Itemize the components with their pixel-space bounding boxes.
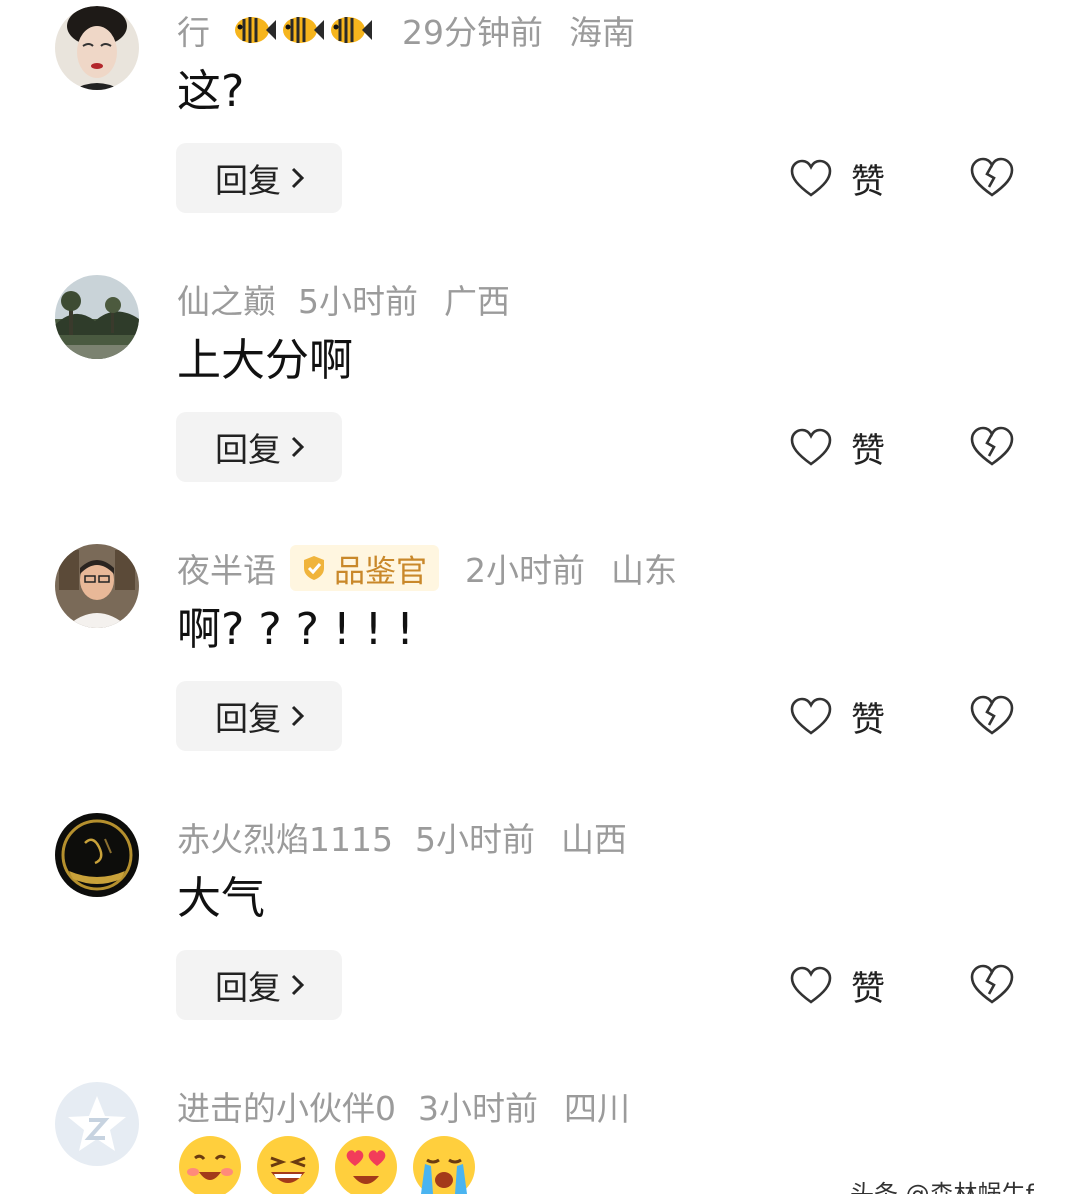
comment-location: 广西 xyxy=(444,282,510,321)
comment-text: 这? xyxy=(177,66,245,117)
comment-location: 山西 xyxy=(560,820,627,859)
heart-icon xyxy=(790,966,832,1004)
reply-button[interactable]: 回复 xyxy=(176,412,342,482)
comment-meta: 仙之巅 5小时前 广西 xyxy=(177,275,510,323)
verified-check-icon xyxy=(304,556,324,580)
like-button[interactable]: 赞 xyxy=(789,424,885,471)
comment-meta: 进击的小伙伴0 3小时前 四川 xyxy=(177,1082,630,1130)
avatar[interactable] xyxy=(55,544,139,628)
fish-badge-icon xyxy=(283,17,324,43)
comment-time: 5小时前 xyxy=(414,820,535,859)
reply-button[interactable]: 回复 xyxy=(176,681,342,751)
heart-icon xyxy=(790,697,832,735)
comment-item: 赤火烈焰1115 5小时前 山西 大气 回复 赞 xyxy=(0,807,1078,1075)
fish-badge-icon xyxy=(235,17,276,43)
comment-text: 上大分啊 xyxy=(177,335,353,386)
comment-item: 仙之巅 5小时前 广西 上大分啊 回复 赞 xyxy=(0,269,1078,537)
fish-badge-icon xyxy=(331,17,372,43)
comment-time: 29分钟前 xyxy=(402,13,543,52)
taster-badge[interactable]: 品鉴官 xyxy=(290,545,439,591)
badge-label: 品鉴官 xyxy=(334,553,427,590)
avatar[interactable] xyxy=(55,6,139,90)
avatar[interactable] xyxy=(55,275,139,359)
reply-label: 回复 xyxy=(215,430,281,469)
reply-label: 回复 xyxy=(215,699,281,738)
comment-meta: 夜半语 品鉴官 2小时前 山东 xyxy=(177,544,677,592)
comment-location: 四川 xyxy=(564,1089,630,1128)
comment-time: 5小时前 xyxy=(298,282,418,321)
avatar[interactable] xyxy=(55,1082,139,1166)
heart-eyes-emoji xyxy=(335,1136,397,1194)
comment-text: 啊? ? ? ! ! ! xyxy=(177,604,414,655)
fan-badge-group xyxy=(232,14,376,46)
like-label: 赞 xyxy=(851,699,885,740)
chevron-right-icon xyxy=(291,167,305,189)
comment-item: 夜半语 品鉴官 2小时前 山东 啊? ? ? ! ! ! 回复 赞 xyxy=(0,538,1078,806)
like-button[interactable]: 赞 xyxy=(789,962,885,1009)
heart-icon xyxy=(790,159,832,197)
watermark: 头条 @森林蜗牛f xyxy=(850,1180,1035,1194)
username[interactable]: 夜半语 xyxy=(177,544,276,592)
comment-meta: 行 29分钟前 海南 xyxy=(177,6,635,54)
reply-button[interactable]: 回复 xyxy=(176,143,342,213)
comment-emoji-row xyxy=(177,1134,489,1194)
reply-label: 回复 xyxy=(215,968,281,1007)
username[interactable]: 行 xyxy=(177,6,210,54)
crying-emoji xyxy=(413,1136,475,1194)
like-label: 赞 xyxy=(851,968,885,1009)
avatar[interactable] xyxy=(55,813,139,897)
chevron-right-icon xyxy=(291,974,305,996)
reply-label: 回复 xyxy=(215,161,281,200)
like-button[interactable]: 赞 xyxy=(789,155,885,202)
comment-item: 行 29分钟前 海南 这? 回复 赞 xyxy=(0,0,1078,268)
broken-heart-icon[interactable] xyxy=(969,963,1015,1005)
broken-heart-icon[interactable] xyxy=(969,156,1015,198)
username[interactable]: 进击的小伙伴0 xyxy=(177,1082,396,1130)
grin-emoji xyxy=(257,1136,319,1194)
shy-laugh-emoji xyxy=(179,1136,241,1194)
username[interactable]: 仙之巅 xyxy=(177,275,276,323)
comment-meta: 赤火烈焰1115 5小时前 山西 xyxy=(177,813,627,861)
chevron-right-icon xyxy=(291,436,305,458)
comment-location: 山东 xyxy=(611,551,677,590)
broken-heart-icon[interactable] xyxy=(969,425,1015,467)
comment-location: 海南 xyxy=(569,13,635,52)
chevron-right-icon xyxy=(291,705,305,727)
like-label: 赞 xyxy=(851,161,885,202)
comment-time: 2小时前 xyxy=(465,551,585,590)
comment-text: 大气 xyxy=(177,873,265,924)
like-button[interactable]: 赞 xyxy=(789,693,885,740)
broken-heart-icon[interactable] xyxy=(969,694,1015,736)
reply-button[interactable]: 回复 xyxy=(176,950,342,1020)
comment-time: 3小时前 xyxy=(418,1089,538,1128)
username[interactable]: 赤火烈焰1115 xyxy=(177,813,393,861)
heart-icon xyxy=(790,428,832,466)
like-label: 赞 xyxy=(851,430,885,471)
